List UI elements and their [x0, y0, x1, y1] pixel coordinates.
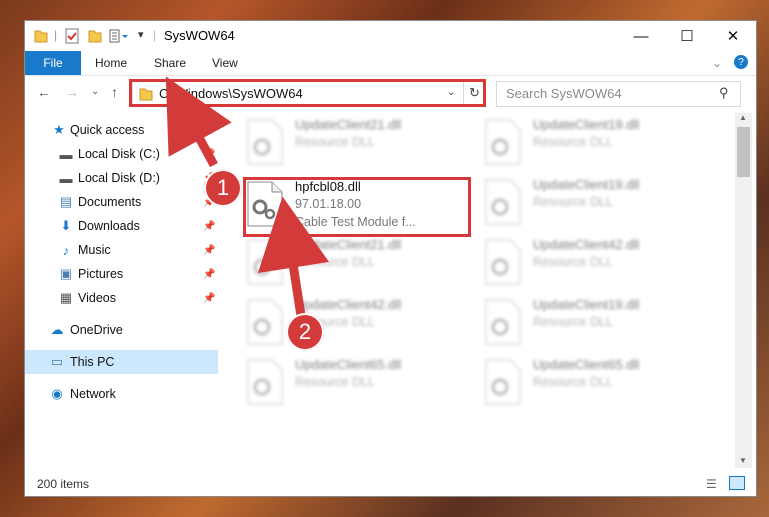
step-badge-2: 2: [286, 313, 324, 351]
annotation-arrows: [165, 76, 330, 323]
step-badge-1: 1: [204, 169, 242, 207]
arrow-to-address-bar: [165, 76, 232, 168]
arrow-to-file: [257, 196, 330, 323]
